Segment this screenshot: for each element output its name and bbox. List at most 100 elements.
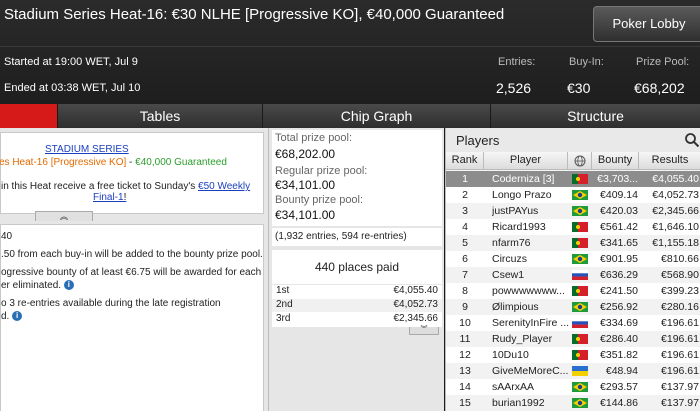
- tournament-details: 40 .50 from each buy-in will be added to…: [0, 224, 264, 411]
- player-bounty: €286.40: [600, 333, 638, 345]
- tab-structure[interactable]: Structure: [491, 104, 700, 128]
- player-name: powwwwwww...: [492, 285, 565, 297]
- player-result: €2,345.66: [652, 205, 699, 217]
- tab-info[interactable]: [0, 104, 58, 128]
- details-line: 40: [1, 231, 13, 242]
- details-line: d. i: [1, 311, 23, 322]
- player-rank: 6: [462, 253, 468, 265]
- globe-icon: [574, 155, 585, 167]
- player-row[interactable]: 13 GiveMeMoreC... €48.94 €196.61: [446, 363, 700, 379]
- player-row[interactable]: 9 Ølimpious €256.92 €280.16: [446, 299, 700, 315]
- player-name: SerenityInFire ...: [492, 317, 570, 329]
- player-rank: 11: [459, 333, 471, 345]
- player-result: €568.90: [661, 269, 699, 281]
- entries-note: (1,932 entries, 594 re-entries): [272, 228, 442, 246]
- player-result: €1,155.18: [652, 237, 699, 249]
- player-row[interactable]: 11 Rudy_Player €286.40 €196.61: [446, 331, 700, 347]
- player-row[interactable]: 3 justPAYus €420.03 €2,345.66: [446, 203, 700, 219]
- promo-text: in this Heat receive a free ticket to Su…: [1, 181, 250, 192]
- player-rank: 13: [459, 365, 471, 377]
- column-results[interactable]: Results: [639, 152, 700, 170]
- player-rank: 10: [459, 317, 471, 329]
- player-row[interactable]: 10 SerenityInFire ... €334.69 €196.61: [446, 315, 700, 331]
- player-bounty: €293.57: [600, 381, 638, 393]
- search-icon[interactable]: [684, 132, 700, 148]
- player-name: 10Du10: [492, 349, 529, 361]
- player-row[interactable]: 5 nfarm76 €341.65 €1,155.18: [446, 235, 700, 251]
- players-header: Players: [446, 128, 700, 152]
- player-result: €4,055.40: [652, 173, 699, 185]
- payout-amount: €4,052.73: [393, 299, 439, 310]
- payout-place: 1st: [276, 285, 290, 296]
- payout-place: 2nd: [276, 299, 293, 310]
- player-row[interactable]: 1 Coderniza [3] €3,703... €4,055.40: [446, 171, 700, 187]
- collapse-promo-button[interactable]: ︽: [35, 211, 93, 221]
- player-result: €280.16: [661, 301, 699, 313]
- started-time: Started at 19:00 WET, Jul 9: [4, 56, 138, 68]
- prize-pool-value: €68,202: [634, 80, 685, 96]
- player-row[interactable]: 7 Csew1 €636.29 €568.90: [446, 267, 700, 283]
- player-name: Ølimpious: [492, 301, 539, 313]
- player-row[interactable]: 4 Ricard1993 €561.42 €1,646.10: [446, 219, 700, 235]
- country-flag-icon: [572, 366, 588, 376]
- player-rank: 14: [459, 381, 471, 393]
- tab-tables[interactable]: Tables: [58, 104, 263, 128]
- player-row[interactable]: 15 burian1992 €144.86 €137.97: [446, 395, 700, 411]
- column-rank[interactable]: Rank: [446, 152, 484, 170]
- column-bounty[interactable]: Bounty: [592, 152, 639, 170]
- buyin-value: €30: [567, 80, 591, 96]
- player-result: €196.61: [661, 349, 699, 361]
- player-bounty: €144.86: [600, 397, 638, 409]
- player-row[interactable]: 2 Longo Prazo €409.14 €4,052.73: [446, 187, 700, 203]
- player-bounty: €256.92: [600, 301, 638, 313]
- country-flag-icon: [572, 318, 588, 328]
- final-link[interactable]: Final-1: [93, 192, 124, 203]
- player-row[interactable]: 6 Circuzs €901.95 €810.66: [446, 251, 700, 267]
- entries-label: Entries:: [498, 56, 536, 68]
- player-rank: 9: [462, 301, 468, 313]
- country-flag-icon: [572, 254, 588, 264]
- info-icon[interactable]: i: [12, 311, 23, 322]
- player-bounty: €420.03: [600, 205, 638, 217]
- details-line: .50 from each buy-in will be added to th…: [1, 249, 263, 260]
- details-line-text: er eliminated.: [1, 280, 62, 291]
- column-country[interactable]: [568, 152, 592, 170]
- info-icon[interactable]: i: [63, 280, 74, 291]
- weekly-final-link[interactable]: €50 Weekly: [198, 181, 250, 192]
- tournament-header: Stadium Series Heat-16: €30 NLHE [Progre…: [0, 0, 700, 104]
- country-flag-icon: [572, 190, 588, 200]
- prize-summary: Total prize pool: €68,202.00 Regular pri…: [272, 130, 442, 226]
- country-flag-icon: [572, 222, 588, 232]
- player-result: €196.61: [661, 333, 699, 345]
- expand-payouts-button[interactable]: ︾: [409, 326, 439, 335]
- header-divider: [0, 46, 700, 47]
- country-flag-icon: [572, 398, 588, 408]
- player-rank: 1: [462, 173, 468, 185]
- places-paid: 440 places paid: [272, 250, 442, 284]
- ended-time: Ended at 03:38 WET, Jul 10: [4, 82, 141, 94]
- promo-text-body: in this Heat receive a free ticket to Su…: [1, 181, 199, 192]
- country-flag-icon: [572, 334, 588, 344]
- promo-title-link[interactable]: STADIUM SERIES: [45, 144, 129, 155]
- player-rank: 7: [462, 269, 468, 281]
- tab-chip-graph[interactable]: Chip Graph: [263, 104, 491, 128]
- country-flag-icon: [572, 286, 588, 296]
- player-name: sAArxAA: [492, 381, 535, 393]
- player-bounty: €561.42: [600, 221, 638, 233]
- payout-row: 3rd €2,345.66: [272, 313, 442, 326]
- country-flag-icon: [572, 174, 588, 184]
- column-player[interactable]: Player: [484, 152, 568, 170]
- payout-list: 1st €4,055.40 2nd €4,052.73 3rd €2,345.6…: [272, 285, 442, 327]
- player-bounty: €901.95: [600, 253, 638, 265]
- buyin-label: Buy-In:: [569, 56, 604, 68]
- poker-lobby-button[interactable]: Poker Lobby: [593, 6, 700, 42]
- players-title: Players: [456, 133, 500, 148]
- player-row[interactable]: 8 powwwwwww... €241.50 €399.23: [446, 283, 700, 299]
- player-name: Ricard1993: [492, 221, 546, 233]
- player-row[interactable]: 14 sAArxAA €293.57 €137.97: [446, 379, 700, 395]
- bounty-prize-label: Bounty prize pool:: [275, 194, 364, 206]
- player-row[interactable]: 12 10Du10 €351.82 €196.61: [446, 347, 700, 363]
- payout-amount: €2,345.66: [393, 313, 439, 324]
- player-name: Rudy_Player: [492, 333, 553, 345]
- details-line: er eliminated. i: [1, 280, 74, 291]
